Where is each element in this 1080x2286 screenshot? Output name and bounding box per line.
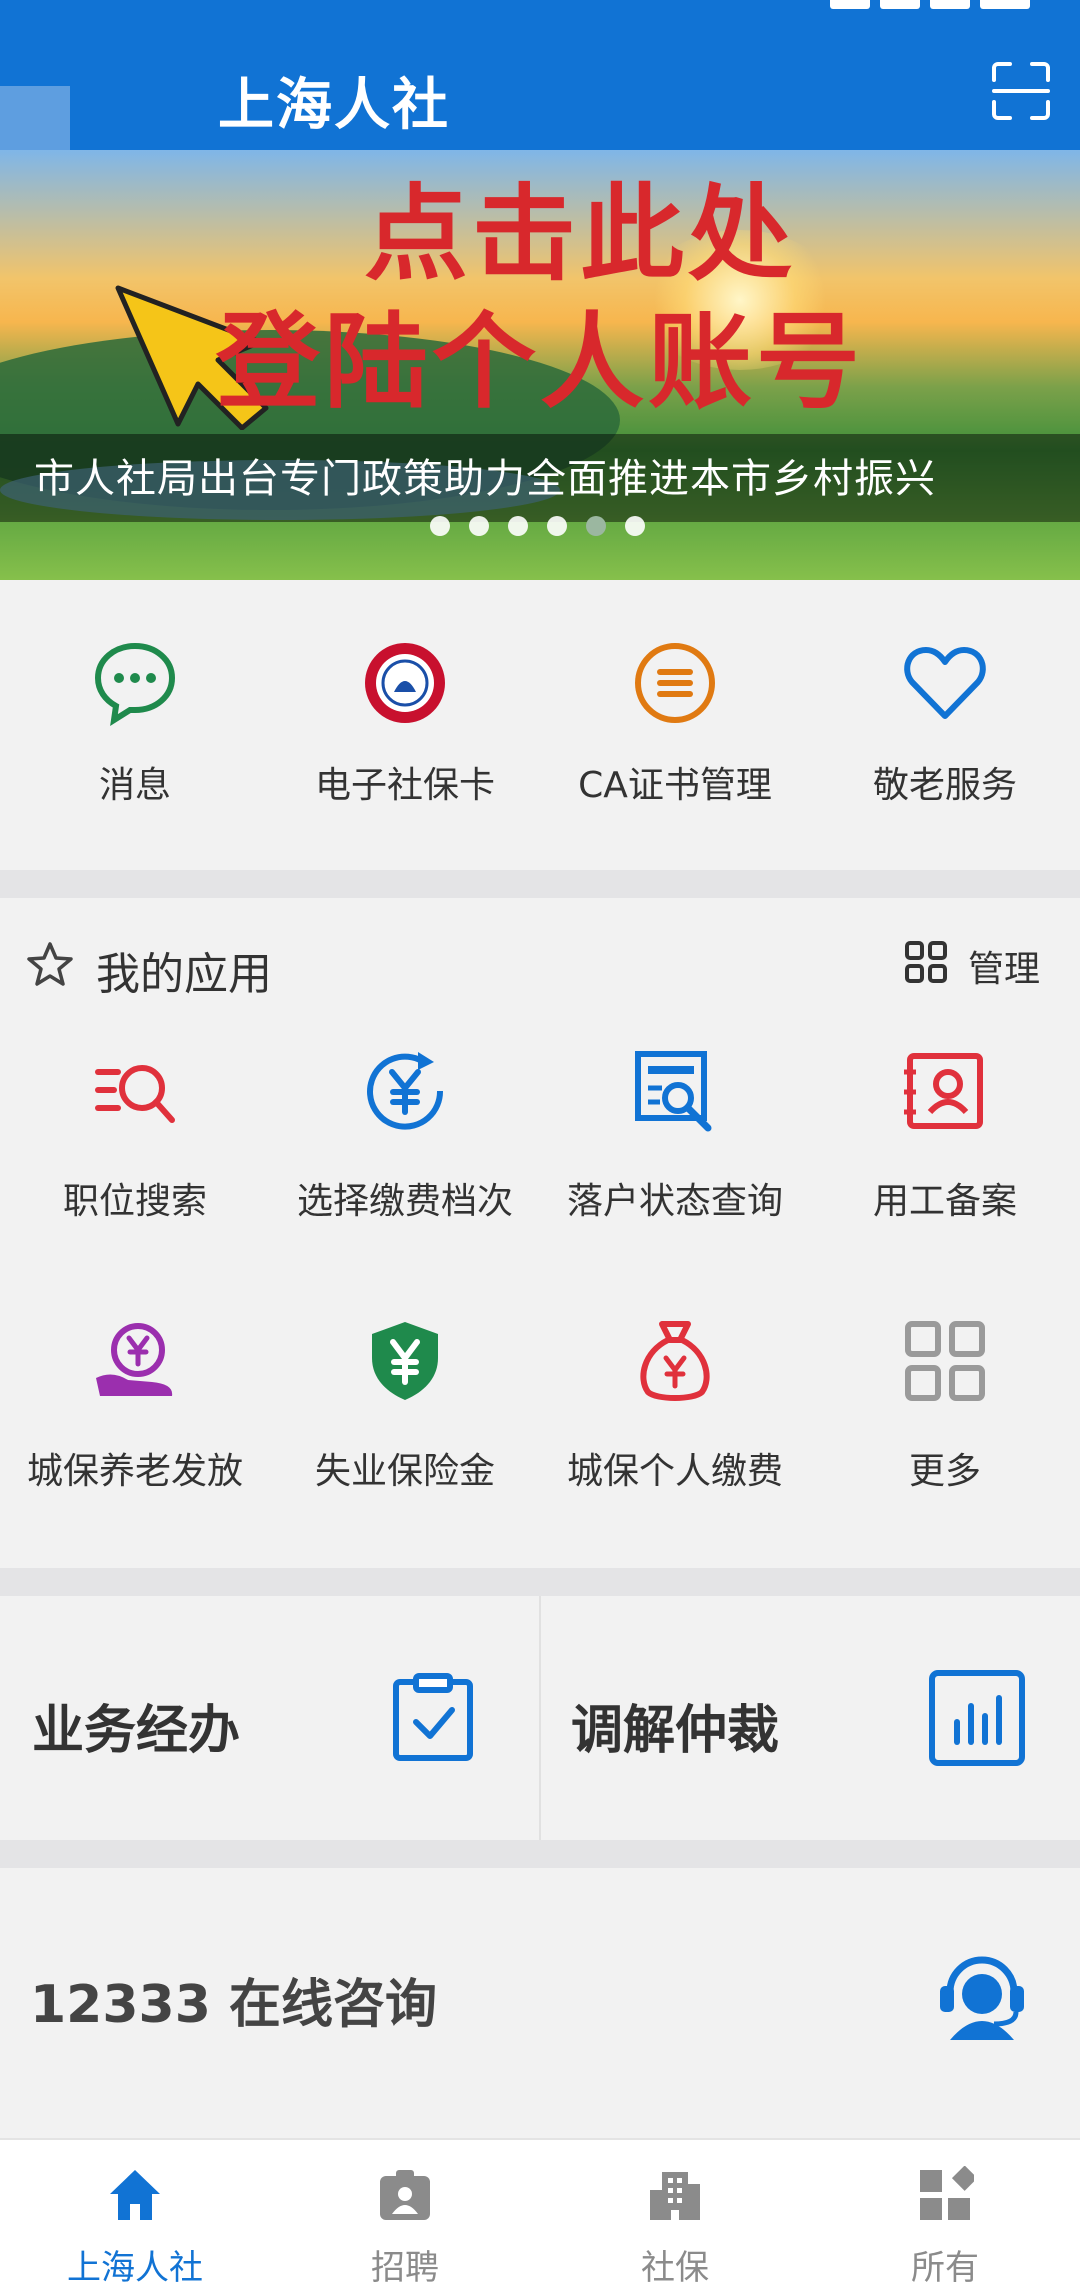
login-avatar-button[interactable] [0,86,70,152]
app-label: 更多 [908,1451,981,1492]
quick-action-message[interactable]: 消息 [0,580,270,870]
app-label: 职位搜索 [62,1181,207,1222]
tab-social-security[interactable]: 社保 [540,2140,810,2286]
all-apps-icon [920,2166,974,2220]
my-apps-section: 我的应用 管理 职位搜索 选择缴费档次 落户状态查询 用工备案 城保养老发放 失… [0,898,1080,1568]
quick-action-social-card[interactable]: 电子社保卡 [270,580,540,870]
certificate-icon [635,643,715,723]
more-grid-icon [905,1321,985,1401]
yuan-hand-icon [96,1323,173,1396]
app-settlement-status[interactable]: 落户状态查询 [540,1048,810,1228]
news-banner[interactable]: 点击此处 登陆个人账号 市人社局出台专门政策助力全面推进本市乡村振兴 [0,150,1080,580]
quick-action-label: 敬老服务 [872,765,1017,806]
quick-action-ca-certificate[interactable]: CA证书管理 [540,580,810,870]
quick-action-elderly-service[interactable]: 敬老服务 [810,580,1080,870]
banner-headline-line2: 登陆个人账号 [215,301,864,423]
money-bag-icon [640,1321,710,1401]
online-consult-label: 12333 在线咨询 [30,1975,438,2035]
scan-icon[interactable] [990,60,1052,122]
banner-caption: 市人社局出台专门政策助力全面推进本市乡村振兴 [34,456,936,502]
online-consult-card[interactable]: 12333 在线咨询 [0,1868,1080,2114]
quick-action-label: 电子社保卡 [314,765,495,806]
recruit-badge-icon [380,2170,430,2220]
document-search-icon [635,1051,712,1132]
quick-action-label: CA证书管理 [578,765,772,806]
app-label: 城保养老发放 [26,1451,243,1492]
star-icon [27,942,73,986]
app-job-search[interactable]: 职位搜索 [0,1048,270,1228]
section-divider [0,1840,1080,1868]
quick-action-label: 消息 [98,765,171,806]
mediation-arbitration-label: 调解仲裁 [571,1701,780,1761]
customer-service-icon [940,1956,1024,2040]
status-indicators [820,0,1040,14]
carousel-dot[interactable] [508,516,528,536]
grid-icon[interactable] [904,940,948,984]
job-search-icon [95,1065,175,1123]
manage-button[interactable]: 管理 [968,940,1040,992]
tab-all[interactable]: 所有 [810,2140,1080,2286]
social-security-card-icon [365,643,445,723]
message-icon [94,642,176,726]
tab-label: 招聘 [371,2248,439,2286]
app-more[interactable]: 更多 [810,1318,1080,1498]
carousel-dot-active[interactable] [586,516,606,536]
app-payment-level[interactable]: 选择缴费档次 [270,1048,540,1228]
tab-label: 所有 [911,2248,979,2286]
app-employment-record[interactable]: 用工备案 [810,1048,1080,1228]
my-apps-title: 我的应用 [96,949,272,1000]
app-label: 选择缴费档次 [296,1181,513,1222]
bar-chart-icon [929,1670,1025,1766]
status-bar [0,0,1080,24]
app-personal-contribution[interactable]: 城保个人缴费 [540,1318,810,1498]
business-section: 业务经办 调解仲裁 [0,1596,1080,1840]
carousel-dot[interactable] [469,516,489,536]
home-icon [110,2170,160,2220]
yuan-shield-icon [372,1322,438,1400]
heart-icon [904,647,986,719]
carousel-dot[interactable] [430,516,450,536]
building-icon [650,2172,700,2220]
banner-headline-line1: 点击此处 [363,173,796,295]
employee-record-icon [904,1053,983,1129]
banner-headline: 点击此处 登陆个人账号 [0,170,1080,426]
mediation-arbitration-card[interactable]: 调解仲裁 [541,1596,1080,1840]
app-pension-payout[interactable]: 城保养老发放 [0,1318,270,1498]
carousel-dot[interactable] [625,516,645,536]
business-handling-label: 业务经办 [32,1701,241,1761]
carousel-indicator[interactable] [430,516,664,536]
app-unemployment-insurance[interactable]: 失业保险金 [270,1318,540,1498]
bottom-tab-bar: 上海人社 招聘 社保 所有 [0,2138,1080,2286]
app-label: 失业保险金 [314,1451,495,1492]
tab-label: 社保 [641,2248,709,2286]
quick-actions: 消息 电子社保卡 CA证书管理 敬老服务 [0,580,1080,870]
section-divider [0,870,1080,898]
tab-label: 上海人社 [67,2248,203,2286]
carousel-dot[interactable] [547,516,567,536]
clipboard-check-icon [393,1673,473,1761]
section-divider [0,1568,1080,1596]
tab-home[interactable]: 上海人社 [0,2140,270,2286]
app-label: 城保个人缴费 [566,1451,783,1492]
app-header: 上海人社 [0,0,1080,152]
app-label: 落户状态查询 [566,1181,783,1222]
app-label: 用工备案 [872,1181,1017,1222]
business-handling-card[interactable]: 业务经办 [0,1596,539,1840]
yuan-refresh-icon [367,1052,444,1130]
app-title: 上海人社 [218,73,450,138]
tab-recruit[interactable]: 招聘 [270,2140,540,2286]
